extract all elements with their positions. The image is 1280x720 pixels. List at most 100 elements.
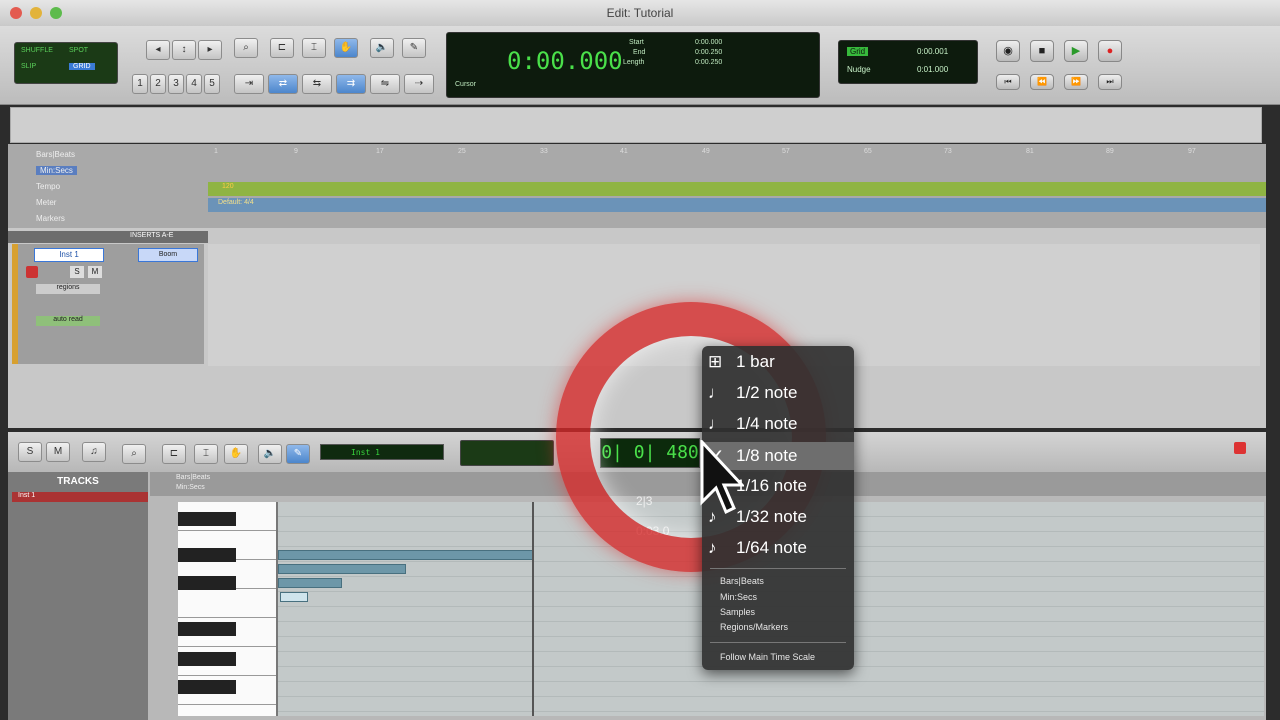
link-track-icon[interactable]: ⇆ (302, 74, 332, 94)
ruler-label-tempo[interactable]: Tempo (36, 182, 60, 191)
black-key[interactable] (178, 680, 236, 694)
midi-counter-lcd[interactable]: 0| 0| 480 (600, 438, 700, 468)
midi-mute-button[interactable]: M (46, 442, 70, 462)
mute-button[interactable]: M (88, 266, 102, 278)
insertion-follows-playback-icon[interactable]: ⇉ (336, 74, 366, 94)
mode-spot[interactable]: SPOT (69, 47, 88, 54)
notation-icon[interactable]: ♫ (82, 442, 106, 462)
menu-item-sixty-fourth-note[interactable]: ♪ 1/64 note (708, 538, 807, 558)
menu-item-min-secs[interactable]: Min:Secs (720, 592, 757, 602)
menu-item-samples[interactable]: Samples (720, 607, 755, 617)
nudge-value[interactable]: 0:01.000 (917, 65, 948, 74)
menu-item-quarter-note[interactable]: ♩ 1/4 note (708, 414, 798, 434)
mirror-midi-icon[interactable]: ⇋ (370, 74, 400, 94)
grid-label[interactable]: Grid (847, 47, 869, 56)
speaker-icon[interactable]: 🔈 (258, 444, 282, 464)
zoom-horizontal-in-icon[interactable]: ▸ (198, 40, 222, 60)
nudge-label[interactable]: Nudge (847, 65, 871, 74)
tracks-list-item[interactable]: Inst 1 (12, 492, 148, 502)
menu-item-sixteenth-note[interactable]: ♪ 1/16 note (708, 476, 807, 496)
selector-tool-icon[interactable]: ⌶ (302, 38, 326, 58)
meter-ruler[interactable]: Default: 4/4 (208, 198, 1266, 212)
zoom-preset-2[interactable]: 2 (150, 74, 166, 94)
go-to-end-icon[interactable]: ⏭ (1098, 74, 1122, 90)
zoom-horizontal-out-icon[interactable]: ◂ (146, 40, 170, 60)
automation-mode[interactable]: auto read (36, 316, 100, 326)
bar-number: 41 (620, 148, 628, 155)
ruler-label-min-secs[interactable]: Min:Secs (36, 166, 77, 175)
start-value[interactable]: 0:00.000 (695, 39, 722, 46)
menu-divider (710, 642, 846, 643)
insert-plugin-slot[interactable]: Boom (138, 248, 198, 262)
black-key[interactable] (178, 652, 236, 666)
pencil-tool-icon[interactable]: ✎ (286, 444, 310, 464)
instrument-selector[interactable]: Inst 1 (320, 444, 444, 460)
menu-item-label: 1/4 note (736, 414, 798, 433)
black-key[interactable] (178, 622, 236, 636)
midi-solo-button[interactable]: S (18, 442, 42, 462)
auto-scroll-icon[interactable]: ⇢ (404, 74, 434, 94)
view-selector[interactable]: regions (36, 284, 100, 294)
ghost-bar-value: 2|3 (636, 494, 653, 508)
stop-icon[interactable]: ■ (1030, 40, 1054, 62)
zoom-preset-3[interactable]: 3 (168, 74, 184, 94)
midi-note[interactable] (278, 550, 534, 560)
ruler-label-meter[interactable]: Meter (36, 198, 56, 207)
track-name-field[interactable]: Inst 1 (34, 248, 104, 262)
midi-edit-mode-panel[interactable] (460, 440, 554, 466)
ruler-label-bars-beats: Bars|Beats (36, 150, 75, 159)
tempo-value: 120 (222, 183, 234, 190)
grabber-tool-icon[interactable]: ✋ (334, 38, 358, 58)
mode-grid[interactable]: GRID (69, 63, 95, 70)
menu-item-follow-main-time-scale[interactable]: Follow Main Time Scale (720, 652, 815, 662)
midi-note[interactable] (280, 592, 308, 602)
close-midi-editor-icon[interactable] (1234, 442, 1246, 454)
fast-forward-icon[interactable]: ⏩ (1064, 74, 1088, 90)
grabber-tool-icon[interactable]: ✋ (224, 444, 248, 464)
record-arm-button[interactable] (26, 266, 38, 278)
midi-note[interactable] (278, 564, 406, 574)
zoom-preset-1[interactable]: 1 (132, 74, 148, 94)
menu-divider (710, 568, 846, 569)
start-label: Start (629, 39, 644, 46)
menu-item-1-bar[interactable]: ⊞ 1 bar (708, 352, 775, 372)
solo-button[interactable]: S (70, 266, 84, 278)
menu-item-bars-beats[interactable]: Bars|Beats (720, 576, 764, 586)
scrubber-tool-icon[interactable]: 🔈 (370, 38, 394, 58)
online-icon[interactable]: ◉ (996, 40, 1020, 62)
pencil-tool-icon[interactable]: ✎ (402, 38, 426, 58)
grid-value[interactable]: 0:00.001 (917, 47, 948, 56)
tab-to-transient-icon[interactable]: ⇥ (234, 74, 264, 94)
main-counter-value[interactable]: 0:00.000 (507, 47, 623, 75)
end-value[interactable]: 0:00.250 (695, 49, 722, 56)
black-key[interactable] (178, 548, 236, 562)
length-value[interactable]: 0:00.250 (695, 59, 722, 66)
mode-slip[interactable]: SLIP (21, 63, 36, 70)
zoom-preset-4[interactable]: 4 (186, 74, 202, 94)
quarter-note-icon: ♩ (708, 414, 725, 433)
bar-number: 89 (1106, 148, 1114, 155)
trim-tool-icon[interactable]: ⊏ (270, 38, 294, 58)
black-key[interactable] (178, 576, 236, 590)
menu-item-regions-markers[interactable]: Regions/Markers (720, 622, 788, 632)
zoom-vertical-icon[interactable]: ↕ (172, 40, 196, 60)
menu-item-half-note[interactable]: ♩ 1/2 note (708, 383, 797, 403)
record-icon[interactable]: ● (1098, 40, 1122, 62)
ruler-label-markers[interactable]: Markers (36, 214, 65, 223)
zoom-tool-icon[interactable]: ⌕ (122, 444, 146, 464)
rewind-icon[interactable]: ⏪ (1030, 74, 1054, 90)
tempo-ruler[interactable]: 120 (208, 182, 1266, 196)
mode-shuffle[interactable]: SHUFFLE (21, 47, 53, 54)
black-key[interactable] (178, 512, 236, 526)
return-to-zero-icon[interactable]: ⏮ (996, 74, 1020, 90)
selector-tool-icon[interactable]: ⌶ (194, 444, 218, 464)
midi-note[interactable] (278, 578, 342, 588)
trim-tool-icon[interactable]: ⊏ (162, 444, 186, 464)
menu-item-thirty-second-note[interactable]: ♪ 1/32 note (708, 507, 807, 527)
bars-beats-ruler[interactable]: 1 9 17 25 33 41 49 57 65 73 81 89 97 (208, 148, 1266, 162)
zoomer-tool-icon[interactable]: ⌕ (234, 38, 258, 58)
zoom-preset-5[interactable]: 5 (204, 74, 220, 94)
link-timeline-icon[interactable]: ⇄ (268, 74, 298, 94)
play-icon[interactable]: ▶ (1064, 40, 1088, 62)
piano-keyboard[interactable] (178, 502, 278, 716)
